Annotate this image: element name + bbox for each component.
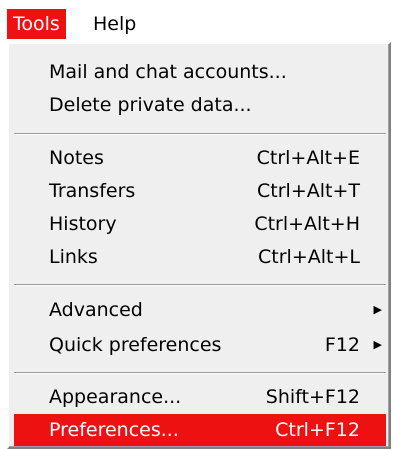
menu-item-shortcut: Ctrl+Alt+T xyxy=(257,180,360,202)
menu-item-shortcut: Ctrl+Alt+E xyxy=(256,147,360,169)
menu-item-shortcut: Shift+F12 xyxy=(265,386,360,408)
menu-item-shortcut: Ctrl+Alt+L xyxy=(258,246,360,268)
menu-separator xyxy=(14,284,386,286)
menu-bar: Tools Help xyxy=(0,0,393,44)
menu-item-preferences[interactable]: Preferences... Ctrl+F12 xyxy=(14,414,386,446)
menu-item-advanced[interactable]: Advanced ▶ xyxy=(14,294,386,326)
menu-item-mail-and-chat-accounts[interactable]: Mail and chat accounts... xyxy=(14,56,386,88)
menu-item-transfers[interactable]: Transfers Ctrl+Alt+T xyxy=(14,175,386,207)
menu-item-shortcut: F12 xyxy=(324,334,360,356)
menu-item-history[interactable]: History Ctrl+Alt+H xyxy=(14,208,386,240)
menu-item-shortcut: Ctrl+F12 xyxy=(275,419,360,441)
menu-item-label: Delete private data... xyxy=(49,94,252,116)
submenu-arrow-icon: ▶ xyxy=(373,303,382,316)
menu-separator xyxy=(14,133,386,135)
tools-dropdown-menu: Mail and chat accounts... Delete private… xyxy=(7,42,391,449)
menu-item-label: Mail and chat accounts... xyxy=(49,61,287,83)
menu-item-label: Appearance... xyxy=(49,386,182,408)
menu-item-shortcut: Ctrl+Alt+H xyxy=(254,213,360,235)
submenu-arrow-icon: ▶ xyxy=(373,338,382,351)
menu-item-notes[interactable]: Notes Ctrl+Alt+E xyxy=(14,142,386,174)
menu-item-label: Advanced xyxy=(49,299,143,321)
menu-item-delete-private-data[interactable]: Delete private data... xyxy=(14,89,386,121)
menu-item-quick-preferences[interactable]: Quick preferences F12 ▶ xyxy=(14,329,386,361)
menu-help[interactable]: Help xyxy=(87,9,142,39)
menu-item-label: History xyxy=(49,213,117,235)
menu-item-label: Links xyxy=(49,246,98,268)
menu-item-links[interactable]: Links Ctrl+Alt+L xyxy=(14,241,386,273)
menu-item-label: Quick preferences xyxy=(49,334,222,356)
menu-item-appearance[interactable]: Appearance... Shift+F12 xyxy=(14,381,386,413)
menu-item-label: Notes xyxy=(49,147,104,169)
menu-separator xyxy=(14,372,386,374)
menu-item-label: Transfers xyxy=(49,180,136,202)
menu-tools[interactable]: Tools xyxy=(7,9,66,39)
menu-item-label: Preferences... xyxy=(49,419,179,441)
